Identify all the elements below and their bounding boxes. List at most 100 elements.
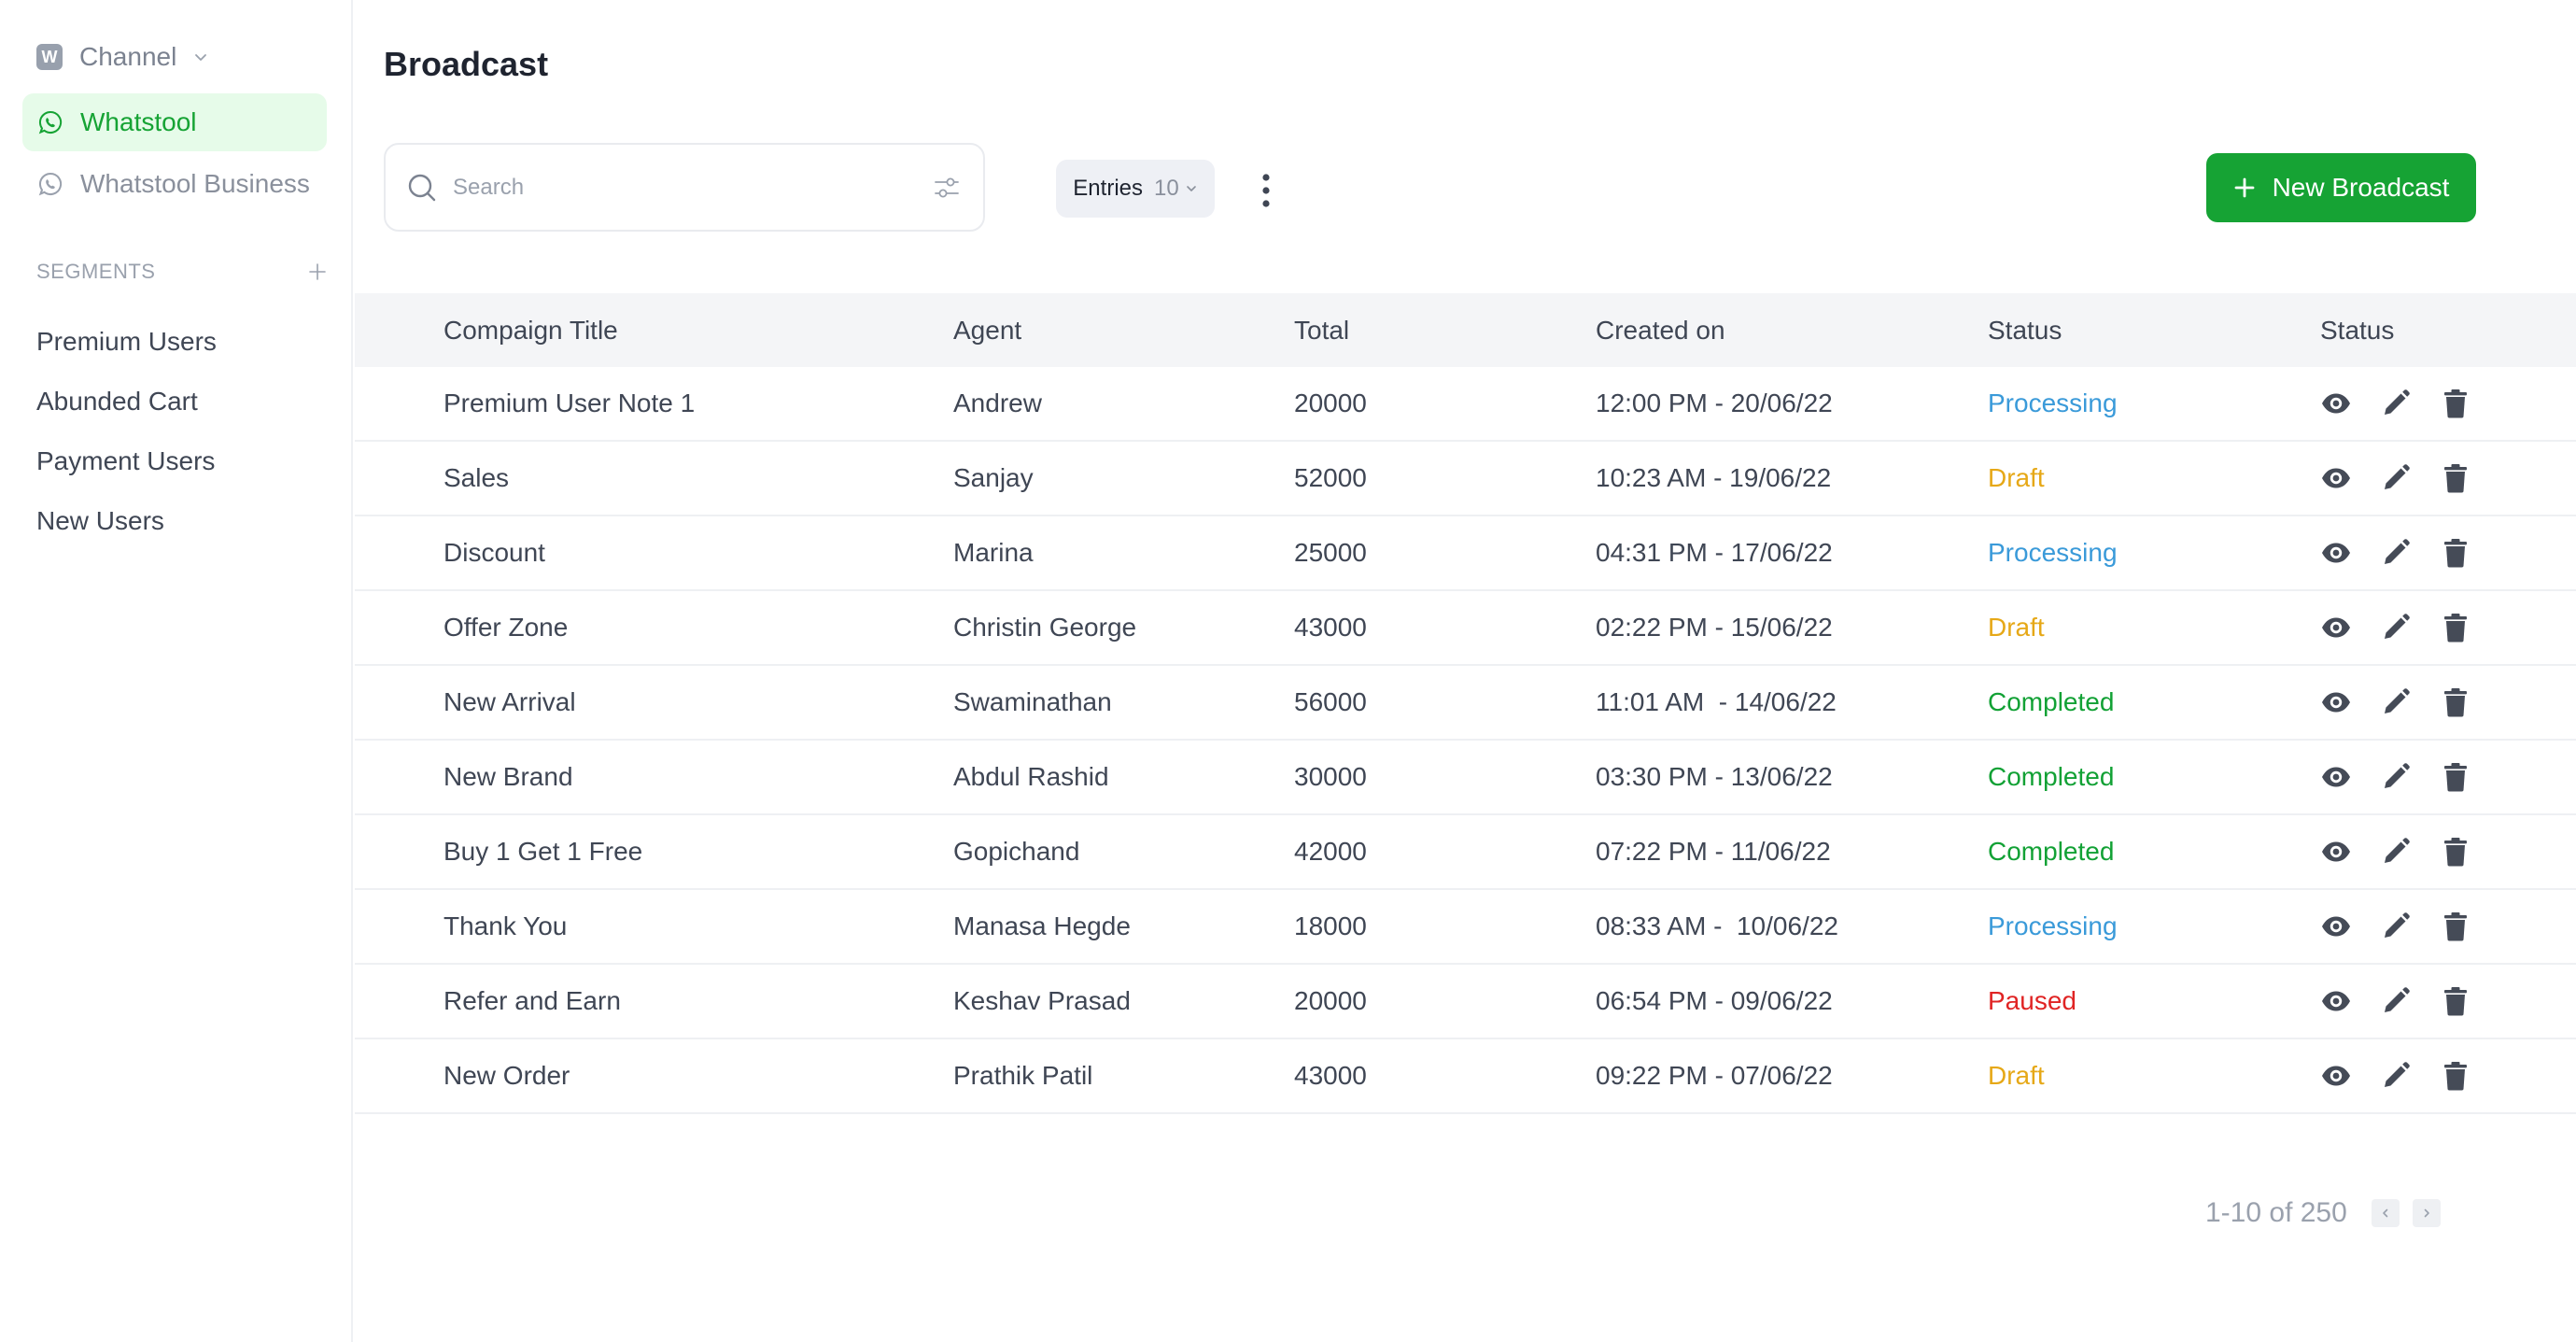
cell-total: 20000 [1294, 388, 1367, 417]
eye-icon[interactable] [2320, 612, 2352, 643]
next-page-button[interactable] [2412, 1199, 2441, 1227]
sidebar-item-whatstool[interactable]: Whatstool [22, 93, 327, 151]
pagination: 1-10 of 250 [2205, 1197, 2441, 1229]
new-broadcast-button[interactable]: New Broadcast [2206, 153, 2476, 222]
eye-icon[interactable] [2320, 537, 2352, 569]
segment-item-premium-users[interactable]: Premium Users [36, 327, 217, 357]
segments-heading: SEGMENTS [36, 260, 156, 283]
status-badge: Draft [1988, 463, 2045, 492]
eye-icon[interactable] [2320, 985, 2352, 1017]
column-header-agent[interactable]: Agent [953, 293, 1021, 367]
entries-label: Entries [1073, 176, 1143, 201]
eye-icon[interactable] [2320, 1060, 2352, 1092]
cell-created: 02:22 PM - 15/06/22 [1596, 613, 1833, 642]
table-body: Premium User Note 1 Andrew 20000 12:00 PM -… [355, 367, 2576, 1114]
trash-icon[interactable] [2440, 761, 2471, 793]
cell-total: 30000 [1294, 762, 1367, 791]
search-icon [408, 174, 436, 201]
prev-page-button[interactable] [2371, 1199, 2400, 1227]
trash-icon[interactable] [2440, 612, 2471, 643]
channel-selector[interactable]: W Channel [36, 41, 208, 73]
status-badge: Processing [1988, 911, 2118, 940]
cell-title: Premium User Note 1 [443, 388, 696, 417]
row-actions [2320, 890, 2471, 963]
table-row[interactable]: Sales Sanjay 52000 10:23 AM - 19/06/22 Draft [355, 442, 2576, 516]
cell-title: New Brand [443, 762, 573, 791]
search-input[interactable] [453, 174, 918, 201]
eye-icon[interactable] [2320, 462, 2352, 494]
eye-icon[interactable] [2320, 761, 2352, 793]
cell-created: 11:01 AM - 14/06/22 [1596, 687, 1837, 716]
table-row[interactable]: Discount Marina 25000 04:31 PM - 17/06/22 Pr… [355, 516, 2576, 591]
table-row[interactable]: Refer and Earn Keshav Prasad 20000 06:54 PM… [355, 965, 2576, 1039]
chevron-down-icon [195, 54, 207, 61]
search-box [384, 143, 985, 232]
pencil-icon[interactable] [2380, 836, 2412, 868]
cell-agent: Andrew [953, 388, 1042, 417]
table-row[interactable]: Buy 1 Get 1 Free Gopichand 42000 07:22 PM -… [355, 815, 2576, 890]
pencil-icon[interactable] [2380, 1060, 2412, 1092]
whatsapp-icon [38, 110, 63, 134]
status-badge: Processing [1988, 538, 2118, 567]
pencil-icon[interactable] [2380, 612, 2412, 643]
pencil-icon[interactable] [2380, 686, 2412, 718]
cell-title: Refer and Earn [443, 986, 621, 1015]
cell-title: Thank You [443, 911, 568, 940]
cell-title: New Order [443, 1061, 570, 1090]
pencil-icon[interactable] [2380, 462, 2412, 494]
cell-created: 06:54 PM - 09/06/22 [1596, 986, 1833, 1015]
segment-item-abunded-cart[interactable]: Abunded Cart [36, 387, 198, 417]
cell-total: 52000 [1294, 463, 1367, 492]
eye-icon[interactable] [2320, 911, 2352, 942]
column-header-total[interactable]: Total [1294, 293, 1349, 367]
table-row[interactable]: Offer Zone Christin George 43000 02:22 PM -… [355, 591, 2576, 666]
pencil-icon[interactable] [2380, 537, 2412, 569]
trash-icon[interactable] [2440, 686, 2471, 718]
plus-icon [2234, 177, 2254, 198]
cell-created: 10:23 AM - 19/06/22 [1596, 463, 1832, 492]
trash-icon[interactable] [2440, 911, 2471, 942]
cell-agent: Sanjay [953, 463, 1034, 492]
row-actions [2320, 442, 2471, 515]
row-actions [2320, 965, 2471, 1038]
pencil-icon[interactable] [2380, 761, 2412, 793]
segment-item-new-users[interactable]: New Users [36, 506, 164, 536]
eye-icon[interactable] [2320, 686, 2352, 718]
more-options-icon[interactable] [1257, 172, 1275, 209]
cell-total: 42000 [1294, 837, 1367, 866]
segment-item-payment-users[interactable]: Payment Users [36, 446, 215, 476]
trash-icon[interactable] [2440, 388, 2471, 419]
channel-badge: W [36, 44, 63, 70]
table-row[interactable]: Premium User Note 1 Andrew 20000 12:00 PM -… [355, 367, 2576, 442]
filter-sliders-icon[interactable] [933, 174, 961, 202]
pagination-text: 1-10 of 250 [2205, 1197, 2347, 1228]
pencil-icon[interactable] [2380, 911, 2412, 942]
pencil-icon[interactable] [2380, 985, 2412, 1017]
trash-icon[interactable] [2440, 1060, 2471, 1092]
trash-icon[interactable] [2440, 985, 2471, 1017]
table-row[interactable]: Thank You Manasa Hegde 18000 08:33 AM - 10/… [355, 890, 2576, 965]
trash-icon[interactable] [2440, 537, 2471, 569]
add-segment-icon[interactable] [307, 261, 328, 282]
sidebar-item-whatstool-business[interactable]: Whatstool Business [22, 155, 327, 213]
row-actions [2320, 741, 2471, 813]
column-header-actions: Status [2320, 315, 2395, 345]
table-row[interactable]: New Brand Abdul Rashid 30000 03:30 PM - 13/… [355, 741, 2576, 815]
table-row[interactable]: New Order Prathik Patil 43000 09:22 PM - 07… [355, 1039, 2576, 1114]
column-header-title[interactable]: Compaign Title [443, 293, 618, 367]
column-header-created[interactable]: Created on [1596, 293, 1725, 367]
cell-title: New Arrival [443, 687, 576, 716]
cell-agent: Marina [953, 538, 1034, 567]
status-badge: Completed [1988, 762, 2115, 791]
cell-title: Offer Zone [443, 613, 569, 642]
trash-icon[interactable] [2440, 462, 2471, 494]
chevron-down-icon [1186, 186, 1196, 191]
trash-icon[interactable] [2440, 836, 2471, 868]
eye-icon[interactable] [2320, 388, 2352, 419]
table-row[interactable]: New Arrival Swaminathan 56000 11:01 AM - 14… [355, 666, 2576, 741]
eye-icon[interactable] [2320, 836, 2352, 868]
chevron-left-icon [2382, 1208, 2388, 1218]
entries-select[interactable]: Entries 10 [1056, 160, 1215, 218]
column-header-status[interactable]: Status [1988, 293, 2062, 367]
pencil-icon[interactable] [2380, 388, 2412, 419]
